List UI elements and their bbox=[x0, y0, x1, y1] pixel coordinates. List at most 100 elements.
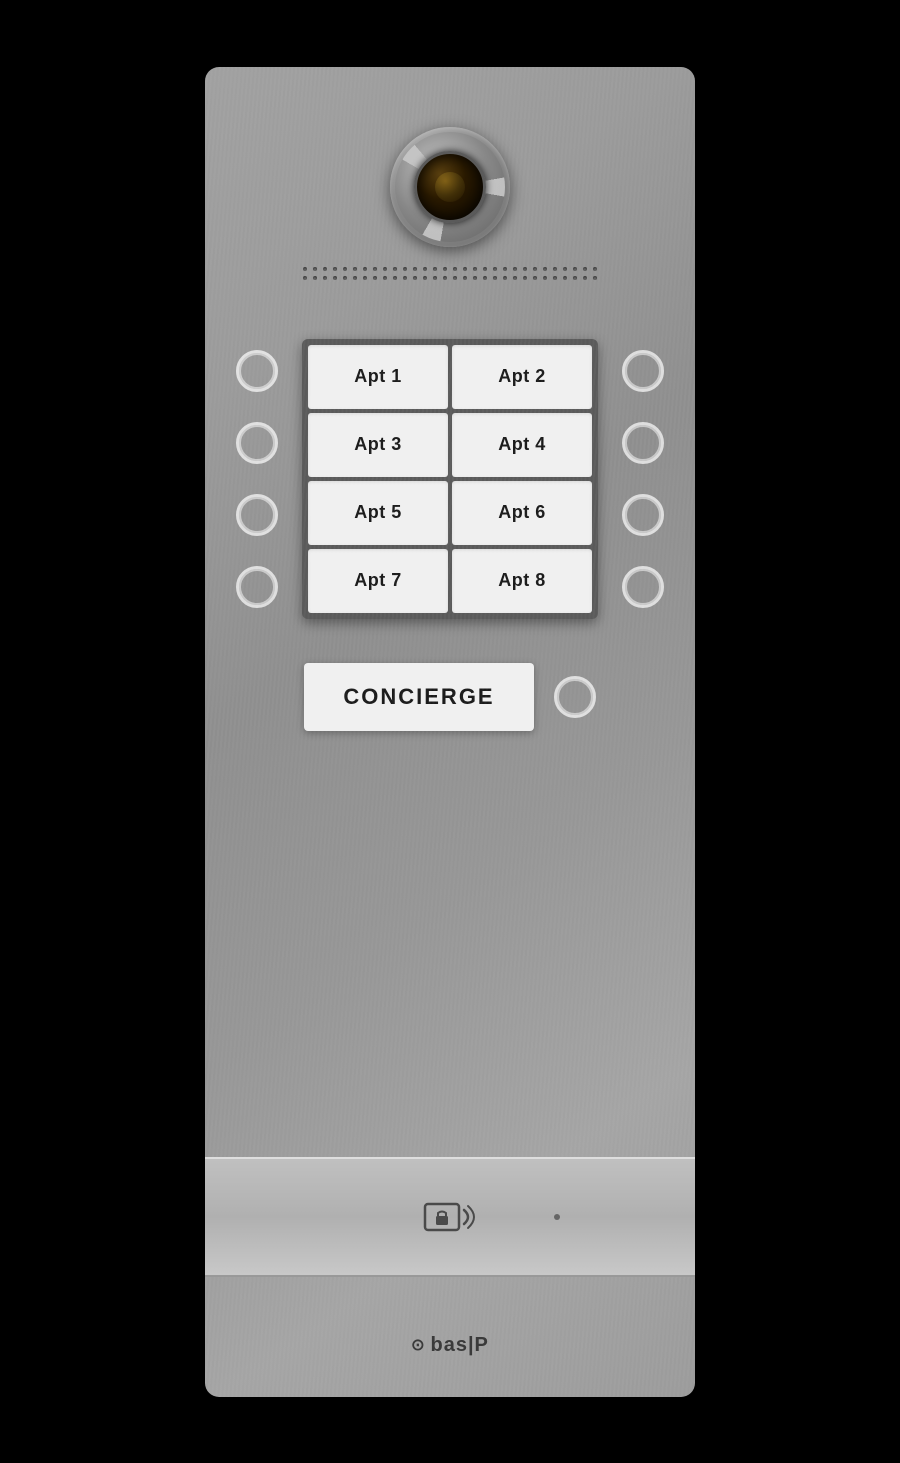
left-ring-btn-4-container bbox=[232, 551, 282, 623]
camera-ring bbox=[395, 132, 505, 242]
left-ring-btn-1-container bbox=[232, 335, 282, 407]
apt-8-button[interactable]: Apt 8 bbox=[452, 549, 592, 613]
speaker-dot bbox=[383, 267, 387, 271]
speaker-dot bbox=[343, 267, 347, 271]
apartment-button-grid: Apt 1 Apt 2 Apt 3 Apt 4 Apt 5 Apt 6 Apt … bbox=[302, 339, 598, 619]
speaker-dot bbox=[553, 276, 557, 280]
speaker-dot bbox=[363, 267, 367, 271]
speaker-dot bbox=[393, 267, 397, 271]
left-ring-button-4[interactable] bbox=[236, 566, 278, 608]
speaker-dot bbox=[583, 267, 587, 271]
brand-name: bas|P bbox=[431, 1334, 489, 1357]
speaker-dot bbox=[493, 267, 497, 271]
button-row-2: Apt 3 Apt 4 bbox=[308, 413, 592, 477]
speaker-dot bbox=[373, 276, 377, 280]
speaker-dot bbox=[533, 276, 537, 280]
nfc-svg bbox=[420, 1192, 480, 1242]
nfc-icon bbox=[420, 1192, 480, 1242]
right-ring-btn-3-container bbox=[618, 479, 668, 551]
concierge-button[interactable]: CONCIERGE bbox=[304, 663, 534, 731]
speaker-dot bbox=[413, 276, 417, 280]
speaker-dot bbox=[433, 267, 437, 271]
nfc-status-dot bbox=[554, 1214, 560, 1220]
speaker-dot bbox=[423, 276, 427, 280]
concierge-ring-button[interactable] bbox=[554, 676, 596, 718]
right-ring-buttons bbox=[618, 335, 668, 623]
speaker-dot bbox=[393, 276, 397, 280]
nfc-reader-section bbox=[205, 1157, 695, 1277]
speaker-dot bbox=[533, 267, 537, 271]
speaker-dot bbox=[333, 267, 337, 271]
speaker-dot bbox=[573, 267, 577, 271]
speaker-dot bbox=[543, 276, 547, 280]
right-ring-btn-1-container bbox=[618, 335, 668, 407]
right-ring-button-3[interactable] bbox=[622, 494, 664, 536]
speaker-dot bbox=[453, 276, 457, 280]
camera-section bbox=[205, 67, 695, 247]
concierge-section: CONCIERGE bbox=[304, 663, 596, 731]
right-ring-button-4[interactable] bbox=[622, 566, 664, 608]
speaker-dot bbox=[463, 267, 467, 271]
speaker-dot bbox=[353, 276, 357, 280]
left-ring-button-2[interactable] bbox=[236, 422, 278, 464]
speaker-dot bbox=[503, 267, 507, 271]
speaker-dot bbox=[403, 276, 407, 280]
speaker-dot bbox=[553, 267, 557, 271]
left-ring-button-3[interactable] bbox=[236, 494, 278, 536]
speaker-dot bbox=[313, 276, 317, 280]
brand-logo: ⊙ bas|P bbox=[411, 1334, 489, 1357]
speaker-dot bbox=[563, 276, 567, 280]
right-ring-btn-2-container bbox=[618, 407, 668, 479]
speaker-dot bbox=[363, 276, 367, 280]
intercom-panel: Apt 1 Apt 2 Apt 3 Apt 4 Apt 5 Apt 6 Apt … bbox=[205, 67, 695, 1397]
camera-lens bbox=[414, 151, 486, 223]
speaker-dot bbox=[323, 276, 327, 280]
left-ring-button-1[interactable] bbox=[236, 350, 278, 392]
speaker-dot bbox=[573, 276, 577, 280]
speaker-dot bbox=[473, 276, 477, 280]
speaker-dot bbox=[353, 267, 357, 271]
speaker-dot bbox=[483, 276, 487, 280]
left-ring-btn-3-container bbox=[232, 479, 282, 551]
left-ring-btn-2-container bbox=[232, 407, 282, 479]
apartment-buttons-area: Apt 1 Apt 2 Apt 3 Apt 4 Apt 5 Apt 6 Apt … bbox=[232, 335, 668, 623]
speaker-dot bbox=[523, 267, 527, 271]
speaker-dot bbox=[513, 276, 517, 280]
apt-3-button[interactable]: Apt 3 bbox=[308, 413, 448, 477]
speaker-dot bbox=[383, 276, 387, 280]
speaker-dot bbox=[593, 267, 597, 271]
speaker-dot bbox=[493, 276, 497, 280]
speaker-dot bbox=[473, 267, 477, 271]
speaker-dot bbox=[413, 267, 417, 271]
buttons-with-side-rings: Apt 1 Apt 2 Apt 3 Apt 4 Apt 5 Apt 6 Apt … bbox=[232, 335, 668, 623]
speaker-grille bbox=[260, 267, 640, 285]
button-row-4: Apt 7 Apt 8 bbox=[308, 549, 592, 613]
speaker-dot bbox=[503, 276, 507, 280]
speaker-dot bbox=[333, 276, 337, 280]
right-ring-button-2[interactable] bbox=[622, 422, 664, 464]
apt-2-button[interactable]: Apt 2 bbox=[452, 345, 592, 409]
speaker-dot bbox=[433, 276, 437, 280]
speaker-dot bbox=[303, 276, 307, 280]
speaker-dot bbox=[303, 267, 307, 271]
speaker-dot bbox=[423, 267, 427, 271]
right-ring-button-1[interactable] bbox=[622, 350, 664, 392]
speaker-dot bbox=[593, 276, 597, 280]
speaker-dot bbox=[443, 276, 447, 280]
apt-1-button[interactable]: Apt 1 bbox=[308, 345, 448, 409]
speaker-dot bbox=[443, 267, 447, 271]
speaker-dot bbox=[523, 276, 527, 280]
speaker-dot bbox=[403, 267, 407, 271]
speaker-dot bbox=[343, 276, 347, 280]
speaker-dot bbox=[463, 276, 467, 280]
speaker-dot bbox=[543, 267, 547, 271]
apt-4-button[interactable]: Apt 4 bbox=[452, 413, 592, 477]
camera-housing bbox=[390, 127, 510, 247]
apt-7-button[interactable]: Apt 7 bbox=[308, 549, 448, 613]
apt-5-button[interactable]: Apt 5 bbox=[308, 481, 448, 545]
speaker-dot bbox=[483, 267, 487, 271]
speaker-dot bbox=[453, 267, 457, 271]
button-row-1: Apt 1 Apt 2 bbox=[308, 345, 592, 409]
apt-6-button[interactable]: Apt 6 bbox=[452, 481, 592, 545]
device-wrapper: Apt 1 Apt 2 Apt 3 Apt 4 Apt 5 Apt 6 Apt … bbox=[190, 52, 710, 1412]
